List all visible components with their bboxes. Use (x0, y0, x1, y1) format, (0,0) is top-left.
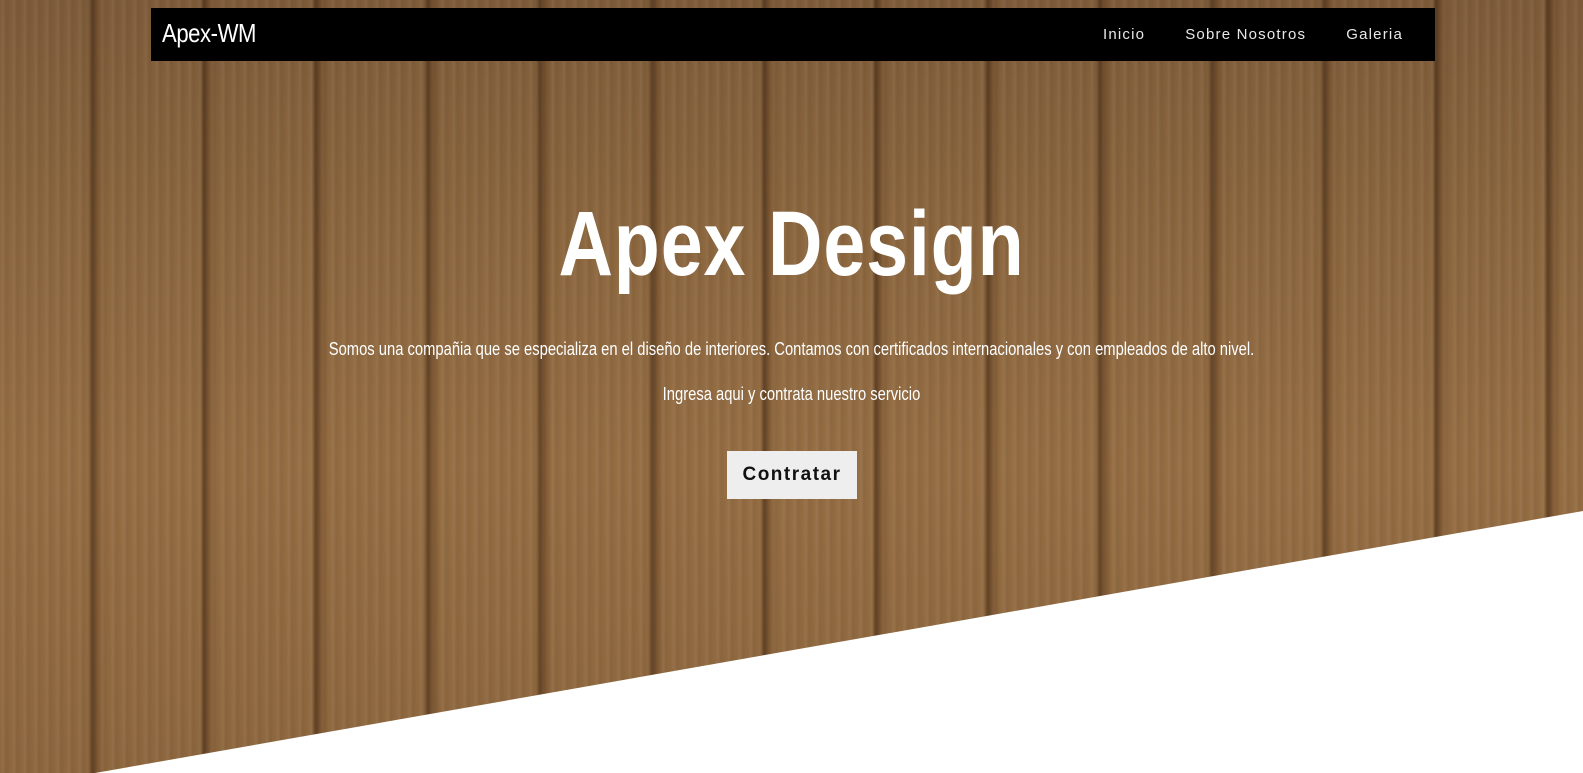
brand-logo[interactable]: Apex-WM (162, 18, 256, 49)
hero-title: Apex Design (558, 193, 1025, 295)
nav-link-sobre-nosotros[interactable]: Sobre Nosotros (1185, 26, 1306, 43)
contratar-button[interactable]: Contratar (727, 451, 857, 499)
hero-tagline: Somos una compañia que se especializa en… (328, 339, 1255, 359)
nav-links: Inicio Sobre Nosotros Galeria (1063, 8, 1403, 61)
hero-subtagline: Ingresa aqui y contrata nuestro servicio (662, 384, 921, 404)
hero-section: Apex-WM Inicio Sobre Nosotros Galeria Ap… (0, 0, 1583, 773)
nav-link-inicio[interactable]: Inicio (1103, 26, 1145, 43)
nav-link-galeria[interactable]: Galeria (1346, 26, 1403, 43)
top-navbar: Apex-WM Inicio Sobre Nosotros Galeria (151, 8, 1435, 61)
